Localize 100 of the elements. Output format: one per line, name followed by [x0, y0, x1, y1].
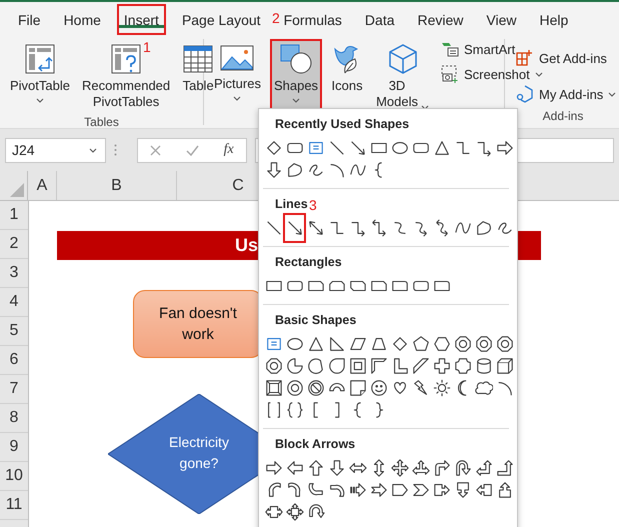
right-callout-icon[interactable] [432, 481, 450, 499]
row-header[interactable]: 5 [0, 317, 28, 346]
elbow-connector-icon[interactable] [454, 139, 472, 157]
down-block-arrow-icon[interactable] [328, 459, 346, 477]
ribbon-button[interactable]: My Add-ins [513, 83, 619, 105]
pie-icon[interactable] [286, 357, 304, 375]
octagon-icon[interactable] [264, 357, 282, 375]
ribbon-tab[interactable]: View [479, 4, 524, 35]
row-header[interactable]: 3 [0, 259, 28, 288]
row-header[interactable]: 11 [0, 491, 28, 520]
plaque-icon[interactable] [454, 357, 472, 375]
diagonal-stripe-icon[interactable] [412, 357, 430, 375]
striped-arrow-icon[interactable] [348, 481, 366, 499]
elbow-arrow-icon[interactable] [474, 139, 492, 157]
row-header[interactable]: 6 [0, 346, 28, 375]
cloud-icon[interactable] [474, 379, 492, 397]
ribbon-button[interactable]: Screenshot [438, 63, 546, 85]
arrow-line-icon[interactable] [348, 139, 366, 157]
quad-arrow-icon[interactable] [390, 459, 408, 477]
left-block-arrow-icon[interactable] [286, 459, 304, 477]
diamond-icon[interactable] [264, 139, 282, 157]
teardrop-icon[interactable] [328, 357, 346, 375]
cube-icon[interactable] [496, 357, 514, 375]
double-arrow-line-icon[interactable] [306, 219, 324, 237]
left-up-arrow-icon[interactable] [474, 459, 492, 477]
quad-callout-icon[interactable] [286, 503, 304, 521]
triangle-icon[interactable] [306, 335, 324, 353]
diamond-icon[interactable] [390, 335, 408, 353]
chord-icon[interactable] [306, 357, 324, 375]
row-header[interactable]: 4 [0, 288, 28, 317]
cross-icon[interactable] [432, 357, 450, 375]
left-right-up-arrow-icon[interactable] [412, 459, 430, 477]
pentagon-icon[interactable] [412, 335, 430, 353]
row-header[interactable]: 8 [0, 404, 28, 433]
smiley-icon[interactable] [370, 379, 388, 397]
ribbon-button[interactable]: 3D Models [372, 39, 433, 115]
no-symbol-icon[interactable] [306, 379, 324, 397]
octagon-icon[interactable] [454, 335, 472, 353]
pentagon-arrow-icon[interactable] [390, 481, 408, 499]
row-header[interactable]: 2 [0, 230, 28, 259]
double-brace-icon[interactable] [286, 401, 304, 419]
left-callout-icon[interactable] [474, 481, 492, 499]
elbow-arrow-icon[interactable] [348, 219, 366, 237]
ribbon-tab[interactable]: Review [410, 4, 470, 35]
ribbon-tab[interactable]: Home [56, 4, 108, 35]
u-turn-arrow-icon[interactable] [454, 459, 472, 477]
hexagon-icon[interactable] [432, 335, 450, 353]
ribbon-tab[interactable]: Data [358, 4, 402, 35]
bevel-icon[interactable] [264, 379, 282, 397]
octagon-icon[interactable] [474, 335, 492, 353]
ribbon-tab[interactable]: Insert [116, 4, 166, 35]
ribbon-tab[interactable]: Page Layout [174, 4, 268, 35]
check-icon[interactable] [186, 144, 199, 156]
ribbon-button[interactable]: PivotTable [6, 39, 74, 115]
bent-arrow-icon[interactable] [432, 459, 450, 477]
line-icon[interactable] [328, 139, 346, 157]
arrow-line-icon[interactable] [286, 219, 304, 237]
row-header[interactable]: 10 [0, 462, 28, 491]
down-block-arrow-icon[interactable] [264, 161, 282, 179]
bent-up-arrow-icon[interactable] [496, 459, 514, 477]
right-block-arrow-icon[interactable] [496, 139, 514, 157]
parallelogram-icon[interactable] [348, 335, 366, 353]
name-box[interactable]: J24 [5, 138, 106, 162]
ribbon-tab[interactable]: Help [532, 4, 576, 35]
text-box-icon[interactable] [264, 335, 282, 353]
row-header[interactable]: 9 [0, 433, 28, 462]
lightning-icon[interactable] [412, 379, 430, 397]
drag-handle-icon[interactable] [114, 144, 117, 156]
arc-icon[interactable] [328, 161, 346, 179]
line-icon[interactable] [264, 219, 282, 237]
trapezoid-icon[interactable] [370, 335, 388, 353]
right-block-arrow-icon[interactable] [264, 459, 282, 477]
caret-icon [608, 92, 616, 96]
ribbon-button[interactable]: Icons [327, 39, 368, 115]
octagon-icon[interactable] [496, 335, 514, 353]
insert-function-button[interactable]: fx [224, 142, 234, 158]
text-box-icon[interactable] [306, 139, 324, 157]
notched-arrow-icon[interactable] [370, 481, 388, 499]
row-header[interactable]: 7 [0, 375, 28, 404]
cylinder-icon[interactable] [474, 357, 492, 375]
freeform-icon[interactable] [474, 219, 492, 237]
ribbon-tab[interactable]: File [11, 4, 48, 35]
left-right-callout-icon[interactable] [264, 503, 282, 521]
arc-icon[interactable] [496, 379, 514, 397]
elbow-double-arrow-icon[interactable] [370, 219, 388, 237]
donut-icon[interactable] [286, 379, 304, 397]
chevron-icon[interactable] [412, 481, 430, 499]
triangle-icon[interactable] [432, 139, 450, 157]
column-header[interactable]: A [28, 171, 57, 200]
right-triangle-icon[interactable] [328, 335, 346, 353]
frame-icon[interactable] [348, 357, 366, 375]
circular-arrow-icon[interactable] [306, 503, 324, 521]
row-header[interactable]: 1 [0, 201, 28, 230]
half-frame-icon[interactable] [370, 357, 388, 375]
up-block-arrow-icon[interactable] [306, 459, 324, 477]
sun-icon[interactable] [432, 379, 450, 397]
column-header[interactable]: B [57, 171, 177, 200]
freeform-icon[interactable] [286, 161, 304, 179]
elbow-connector-icon[interactable] [328, 219, 346, 237]
folded-corner-icon[interactable] [348, 379, 366, 397]
